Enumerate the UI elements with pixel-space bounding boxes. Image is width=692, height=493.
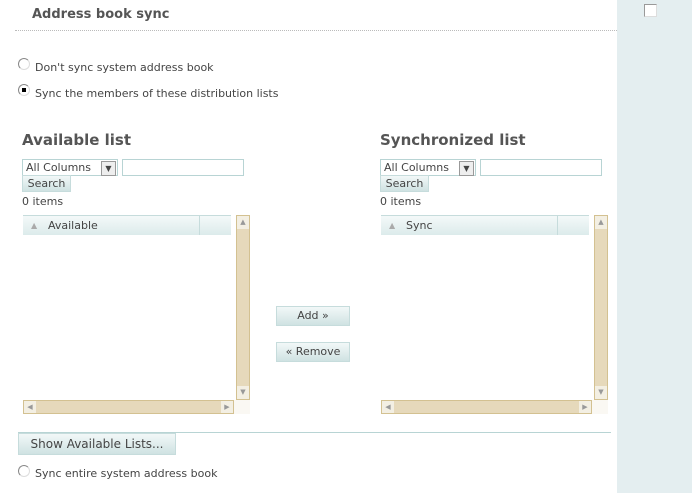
radio-dont-sync[interactable] — [18, 58, 30, 70]
available-item-count: 0 items — [22, 195, 64, 208]
remove-button[interactable]: « Remove — [276, 342, 350, 362]
synchronized-table-header[interactable]: ▲ Sync — [381, 215, 589, 235]
radio-dont-sync-label: Don't sync system address book — [35, 61, 214, 74]
synchronized-column-select[interactable]: All Columns ▼ — [380, 159, 476, 176]
scroll-right-icon[interactable]: ▶ — [221, 401, 233, 413]
radio-selected-dot — [22, 88, 26, 92]
column-separator — [199, 216, 200, 235]
scroll-left-icon[interactable]: ◀ — [24, 401, 36, 413]
available-search-button[interactable]: Search — [22, 175, 71, 192]
available-horizontal-scrollbar[interactable]: ◀ ▶ — [23, 400, 234, 414]
available-search-input[interactable] — [122, 159, 244, 176]
synchronized-search-button[interactable]: Search — [380, 175, 429, 192]
add-button[interactable]: Add » — [276, 306, 350, 326]
section-title: Address book sync — [32, 7, 170, 22]
scroll-up-icon[interactable]: ▲ — [595, 216, 607, 229]
synchronized-select-value: All Columns — [384, 161, 449, 174]
synchronized-list-heading: Synchronized list — [380, 131, 526, 149]
sidebar-checkbox[interactable] — [644, 4, 657, 17]
available-vertical-scrollbar[interactable]: ▲ ▼ — [236, 215, 250, 400]
right-sidebar — [617, 0, 692, 493]
available-select-value: All Columns — [26, 161, 91, 174]
sort-up-icon: ▲ — [389, 221, 396, 230]
chevron-down-icon: ▼ — [459, 161, 474, 176]
scroll-right-icon[interactable]: ▶ — [579, 401, 591, 413]
synchronized-vertical-scrollbar[interactable]: ▲ ▼ — [594, 215, 608, 400]
available-column-select[interactable]: All Columns ▼ — [22, 159, 118, 176]
scroll-left-icon[interactable]: ◀ — [382, 401, 394, 413]
scroll-down-icon[interactable]: ▼ — [595, 386, 607, 399]
synchronized-horizontal-scrollbar[interactable]: ◀ ▶ — [381, 400, 592, 414]
scroll-corner — [592, 400, 608, 414]
chevron-down-icon: ▼ — [101, 161, 116, 176]
sync-column-header[interactable]: Sync — [406, 216, 433, 235]
scroll-down-icon[interactable]: ▼ — [237, 386, 249, 399]
available-column-header[interactable]: Available — [48, 216, 98, 235]
available-list-heading: Available list — [22, 131, 132, 149]
available-table-header[interactable]: ▲ Available — [23, 215, 231, 235]
radio-sync-members[interactable] — [18, 84, 30, 96]
column-separator — [557, 216, 558, 235]
synchronized-search-input[interactable] — [480, 159, 602, 176]
radio-sync-entire[interactable] — [18, 465, 30, 477]
synchronized-item-count: 0 items — [380, 195, 422, 208]
scroll-corner — [234, 400, 250, 414]
radio-sync-members-label: Sync the members of these distribution l… — [35, 87, 279, 100]
scroll-up-icon[interactable]: ▲ — [237, 216, 249, 229]
sort-up-icon: ▲ — [31, 221, 38, 230]
divider — [15, 30, 617, 31]
show-available-lists-button[interactable]: Show Available Lists... — [18, 433, 176, 455]
radio-sync-entire-label: Sync entire system address book — [35, 467, 218, 480]
